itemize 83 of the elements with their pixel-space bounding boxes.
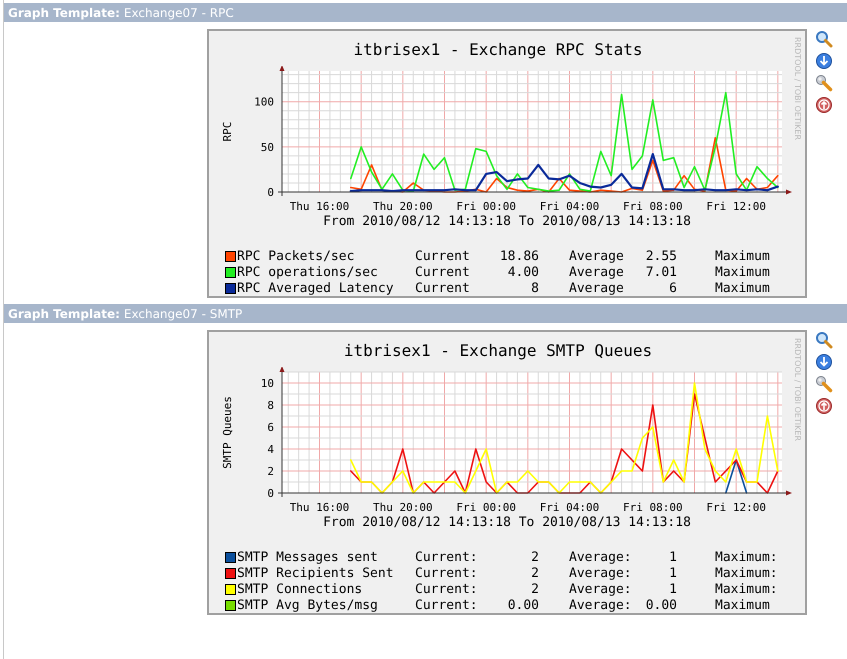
legend-label: Average	[568, 281, 625, 296]
x-tick-label: Fri 00:00	[456, 200, 516, 213]
x-tick-label: Thu 16:00	[290, 501, 350, 514]
zoom-icon[interactable]	[815, 331, 833, 349]
y-tick-label: 0	[267, 186, 274, 199]
legend-value: 1	[668, 566, 677, 581]
legend-value: 8	[530, 281, 539, 296]
legend-value: 6	[668, 281, 677, 296]
legend-label: Maximum:	[714, 582, 779, 597]
legend-name: RPC Averaged Latency	[237, 281, 395, 296]
legend-value: 2	[530, 582, 539, 597]
legend-label: Current	[415, 281, 471, 296]
x-tick-label: Fri 08:00	[623, 501, 683, 514]
x-tick-label: Fri 12:00	[706, 501, 766, 514]
legend-label: Average	[568, 265, 625, 280]
legend-value: 2	[530, 566, 539, 581]
legend-label: Maximum	[714, 265, 771, 280]
legend-label: Average:	[568, 550, 633, 565]
header-value: Exchange07 - RPC	[124, 6, 234, 20]
legend-value: 0.00	[506, 598, 539, 613]
legend-label: Current	[415, 265, 471, 280]
legend-name: SMTP Messages sent	[237, 550, 379, 565]
y-tick-label: 2	[267, 465, 274, 478]
legend-label: Maximum	[714, 281, 771, 296]
legend-name: RPC Packets/sec	[237, 249, 356, 264]
up-arrow-icon[interactable]	[815, 397, 833, 415]
legend-value: 18.86	[498, 249, 539, 264]
legend-label: Current	[415, 249, 471, 264]
y-axis-label: RPC	[221, 122, 234, 142]
y-tick-label: 4	[267, 443, 274, 456]
y-tick-label: 6	[267, 421, 274, 434]
legend-name: RPC operations/sec	[237, 265, 379, 280]
date-range: From 2010/08/12 14:13:18 To 2010/08/13 14:13:18	[322, 515, 692, 530]
legend-value: 0.00	[644, 598, 677, 613]
date-range: From 2010/08/12 14:13:18 To 2010/08/13 14:13:18	[322, 214, 692, 229]
y-tick-label: 100	[254, 96, 274, 109]
x-tick-label: Thu 20:00	[373, 200, 433, 213]
legend-value: 2.55	[644, 249, 677, 264]
x-tick-label: Fri 08:00	[623, 200, 683, 213]
y-tick-label: 10	[260, 377, 274, 390]
x-tick-label: Thu 20:00	[373, 501, 433, 514]
header-label: Graph Template:	[8, 6, 120, 20]
x-tick-label: Fri 12:00	[706, 200, 766, 213]
legend-label: Current:	[415, 582, 479, 597]
legend-label: Maximum:	[714, 550, 779, 565]
download-icon[interactable]	[815, 353, 833, 371]
legend-name: SMTP Avg Bytes/msg	[237, 598, 379, 613]
legend-label: Average:	[568, 582, 633, 597]
wrench-icon[interactable]	[815, 74, 833, 92]
legend-label: Average	[568, 249, 625, 264]
legend-label: Maximum:	[714, 566, 779, 581]
legend-label: Current:	[415, 598, 479, 613]
legend-value: 1	[668, 550, 677, 565]
header-label: Graph Template:	[8, 306, 120, 320]
y-tick-label: 0	[267, 487, 274, 500]
legend-value: 7.01	[644, 265, 677, 280]
zoom-icon[interactable]	[815, 30, 833, 48]
y-tick-label: 50	[260, 140, 274, 154]
header-value: Exchange07 - SMTP	[124, 306, 242, 320]
legend-label: Current:	[415, 550, 479, 565]
legend-label: Maximum	[714, 249, 771, 264]
x-tick-label: Fri 00:00	[456, 501, 516, 514]
legend-value: 2	[530, 550, 539, 565]
x-tick-label: Fri 04:00	[540, 200, 600, 213]
x-tick-label: Thu 16:00	[290, 200, 350, 213]
watermark-text: RRDTOOL / TOBI OETIKER	[793, 37, 802, 140]
wrench-icon[interactable]	[815, 375, 833, 393]
legend-label: Average:	[568, 566, 633, 581]
download-icon[interactable]	[815, 52, 833, 70]
x-tick-label: Fri 04:00	[540, 501, 600, 514]
legend-value: 1	[668, 582, 677, 597]
y-axis-label: SMTP Queues	[221, 396, 234, 469]
graph-title: itbrisex1 - Exchange RPC Stats	[352, 39, 644, 61]
graph-title: itbrisex1 - Exchange SMTP Queues	[342, 340, 654, 362]
legend-label: Current:	[415, 566, 479, 581]
watermark-text: RRDTOOL / TOBI OETIKER	[793, 338, 802, 442]
legend-label: Average:	[568, 598, 633, 613]
up-arrow-icon[interactable]	[815, 96, 833, 114]
legend-value: 4.00	[506, 265, 539, 280]
legend-name: SMTP Recipients Sent	[237, 566, 395, 581]
legend-name: SMTP Connections	[237, 582, 364, 597]
legend-label: Maximum	[714, 598, 771, 613]
y-tick-label: 8	[267, 399, 274, 412]
